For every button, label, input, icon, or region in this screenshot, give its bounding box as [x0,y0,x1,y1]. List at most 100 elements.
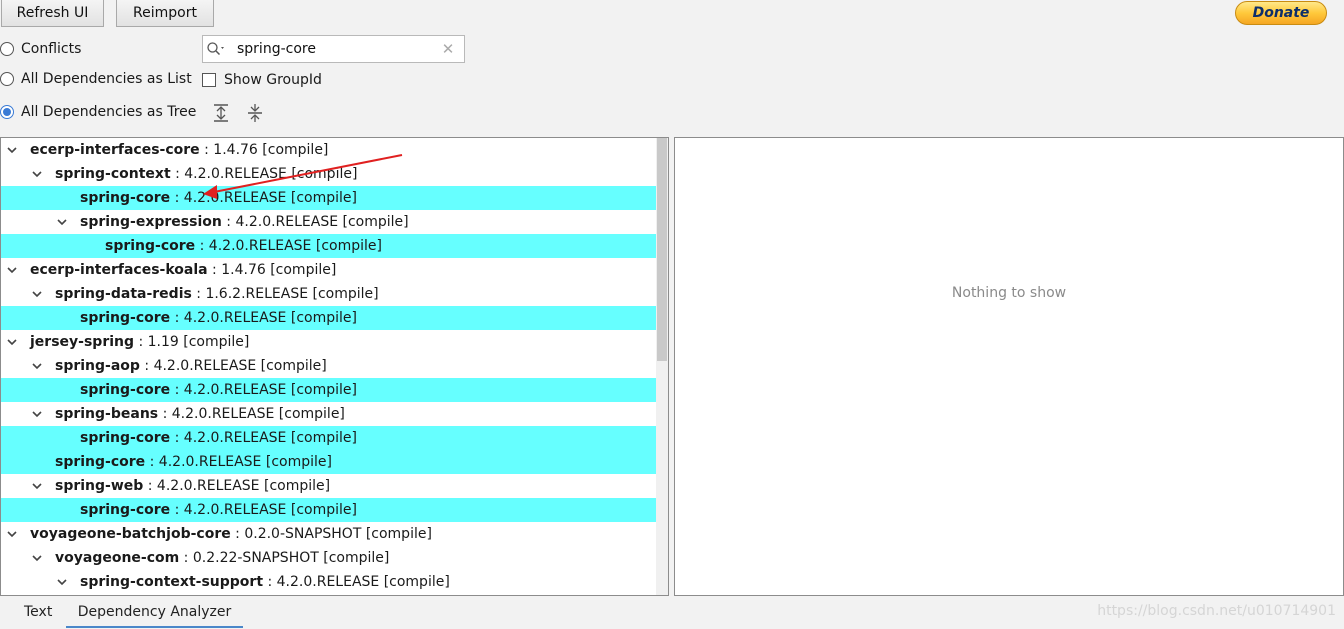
tree-row[interactable]: spring-beans : 4.2.0.RELEASE [compile] [1,402,656,426]
chevron-down-icon[interactable] [30,474,44,498]
tree-row[interactable]: spring-core : 4.2.0.RELEASE [compile] [1,426,656,450]
tree-row[interactable]: jersey-spring : 1.19 [compile] [1,330,656,354]
artifact-version: : 4.2.0.RELEASE [compile] [170,430,357,446]
radio-all-tree[interactable]: All Dependencies as Tree [0,102,196,122]
chevron-down-icon[interactable] [30,402,44,426]
tree-row[interactable]: spring-core : 4.2.0.RELEASE [compile] [1,498,656,522]
artifact-name: ecerp-interfaces-koala [30,262,208,278]
artifact-version: : 4.2.0.RELEASE [compile] [170,310,357,326]
artifact-version: : 0.2.22-SNAPSHOT [compile] [179,550,390,566]
chevron-down-icon[interactable] [30,282,44,306]
artifact-name: spring-core [105,238,196,254]
search-input[interactable] [231,37,433,61]
artifact-name: spring-context [55,166,171,182]
chevron-down-icon[interactable] [30,546,44,570]
tree-row[interactable]: voyageone-batchjob-core : 0.2.0-SNAPSHOT… [1,522,656,546]
tree-row[interactable]: spring-core : 4.2.0.RELEASE [compile] [1,186,656,210]
artifact-name: voyageone-com [55,550,180,566]
artifact-name: spring-web [55,478,144,494]
chevron-down-icon[interactable] [30,162,44,186]
tree-row[interactable]: voyageone-com : 0.2.22-SNAPSHOT [compile… [1,546,656,570]
artifact-name: spring-beans [55,406,159,422]
artifact-name: spring-core [55,454,146,470]
clear-icon[interactable]: ✕ [433,40,463,58]
empty-state-text: Nothing to show [951,285,1067,301]
tree-row[interactable]: ecerp-interfaces-core : 1.4.76 [compile] [1,138,656,162]
tree-row-label: ecerp-interfaces-koala : 1.4.76 [compile… [30,258,336,282]
chevron-down-icon[interactable] [5,330,19,354]
tree-row-label: ecerp-interfaces-core : 1.4.76 [compile] [30,138,328,162]
artifact-name: spring-aop [55,358,140,374]
donate-button[interactable]: Donate [1235,1,1327,25]
tree-row[interactable]: spring-data-redis : 1.6.2.RELEASE [compi… [1,282,656,306]
artifact-version: : 1.19 [compile] [134,334,250,350]
tree-row[interactable]: ecerp-interfaces-koala : 1.4.76 [compile… [1,258,656,282]
radio-circle[interactable] [0,42,14,56]
artifact-name: spring-core [80,382,171,398]
watermark: https://blog.csdn.net/u010714901 [1097,603,1336,619]
chevron-down-icon[interactable] [55,210,69,234]
tree-row-label: spring-context-support : 4.2.0.RELEASE [… [80,570,450,594]
artifact-version: : 4.2.0.RELEASE [compile] [263,574,450,590]
scrollbar-thumb[interactable] [657,138,667,361]
tree-row-label: spring-core : 4.2.0.RELEASE [compile] [105,234,382,258]
radio-conflicts-label: Conflicts [21,41,82,57]
reimport-button[interactable]: Reimport [116,0,214,27]
artifact-version: : 4.2.0.RELEASE [compile] [143,478,331,494]
tree-row-label: spring-beans : 4.2.0.RELEASE [compile] [55,402,345,426]
collapse-all-icon[interactable] [245,102,265,124]
search-field[interactable]: ✕ [202,35,465,63]
chevron-down-icon[interactable] [5,522,19,546]
vertical-scrollbar[interactable] [656,138,668,595]
expand-all-icon[interactable] [211,102,231,124]
radio-all-list-label: All Dependencies as List [21,71,192,87]
tab-text[interactable]: Text [24,597,52,628]
radio-all-tree-label: All Dependencies as Tree [21,104,197,120]
tree-row-label: spring-expression : 4.2.0.RELEASE [compi… [80,210,409,234]
tree-row-label: spring-aop : 4.2.0.RELEASE [compile] [55,354,327,378]
tree-row[interactable]: spring-context : 4.2.0.RELEASE [compile] [1,162,656,186]
tree-row-label: voyageone-com : 0.2.22-SNAPSHOT [compile… [55,546,389,570]
chevron-down-icon[interactable] [55,570,69,594]
artifact-version: : 0.2.0-SNAPSHOT [compile] [230,526,432,542]
search-icon[interactable] [203,36,231,62]
artifact-version: : 4.2.0.RELEASE [compile] [221,214,409,230]
tree-row[interactable]: spring-context-support : 4.2.0.RELEASE [… [1,570,656,594]
radio-circle-checked[interactable] [0,105,14,119]
tree-row-label: jersey-spring : 1.19 [compile] [30,330,249,354]
artifact-name: spring-core [80,190,171,206]
refresh-ui-button[interactable]: Refresh UI [1,0,104,27]
tree-row-label: spring-core : 4.2.0.RELEASE [compile] [80,498,357,522]
tree-row[interactable]: spring-aop : 4.2.0.RELEASE [compile] [1,354,656,378]
artifact-name: voyageone-batchjob-core [30,526,231,542]
tree-row[interactable]: spring-core : 4.2.0.RELEASE [compile] [1,450,656,474]
radio-all-list[interactable]: All Dependencies as List [0,69,192,89]
artifact-version: : 4.2.0.RELEASE [compile] [170,190,357,206]
tree-row-label: spring-context : 4.2.0.RELEASE [compile] [55,162,357,186]
tree-row[interactable]: spring-expression : 4.2.0.RELEASE [compi… [1,210,656,234]
artifact-name: spring-data-redis [55,286,192,302]
artifact-version: : 4.2.0.RELEASE [compile] [145,454,332,470]
tree-row[interactable]: spring-core : 4.2.0.RELEASE [compile] [1,306,656,330]
checkbox-box[interactable] [202,73,216,87]
tree-row-label: spring-core : 4.2.0.RELEASE [compile] [80,426,357,450]
tree-row[interactable]: spring-core : 4.2.0.RELEASE [compile] [1,234,656,258]
tree-row-label: spring-core : 4.2.0.RELEASE [compile] [55,450,332,474]
artifact-version: : 4.2.0.RELEASE [compile] [170,382,357,398]
artifact-name: spring-core [80,310,171,326]
tree-row[interactable]: spring-core : 4.2.0.RELEASE [compile] [1,378,656,402]
tree-row-label: spring-data-redis : 1.6.2.RELEASE [compi… [55,282,379,306]
artifact-version: : 4.2.0.RELEASE [compile] [195,238,382,254]
tree-rows: ecerp-interfaces-core : 1.4.76 [compile]… [1,138,656,594]
artifact-version: : 1.4.76 [compile] [207,262,337,278]
tree-row[interactable]: spring-web : 4.2.0.RELEASE [compile] [1,474,656,498]
dependency-tree[interactable]: ecerp-interfaces-core : 1.4.76 [compile]… [0,137,669,596]
chevron-down-icon[interactable] [5,138,19,162]
chevron-down-icon[interactable] [30,354,44,378]
tree-row-label: spring-core : 4.2.0.RELEASE [compile] [80,306,357,330]
radio-conflicts[interactable]: Conflicts [0,39,81,59]
radio-circle[interactable] [0,72,14,86]
show-groupid-checkbox[interactable]: Show GroupId [202,70,322,90]
chevron-down-icon[interactable] [5,258,19,282]
tab-dependency-analyzer[interactable]: Dependency Analyzer [66,597,243,628]
